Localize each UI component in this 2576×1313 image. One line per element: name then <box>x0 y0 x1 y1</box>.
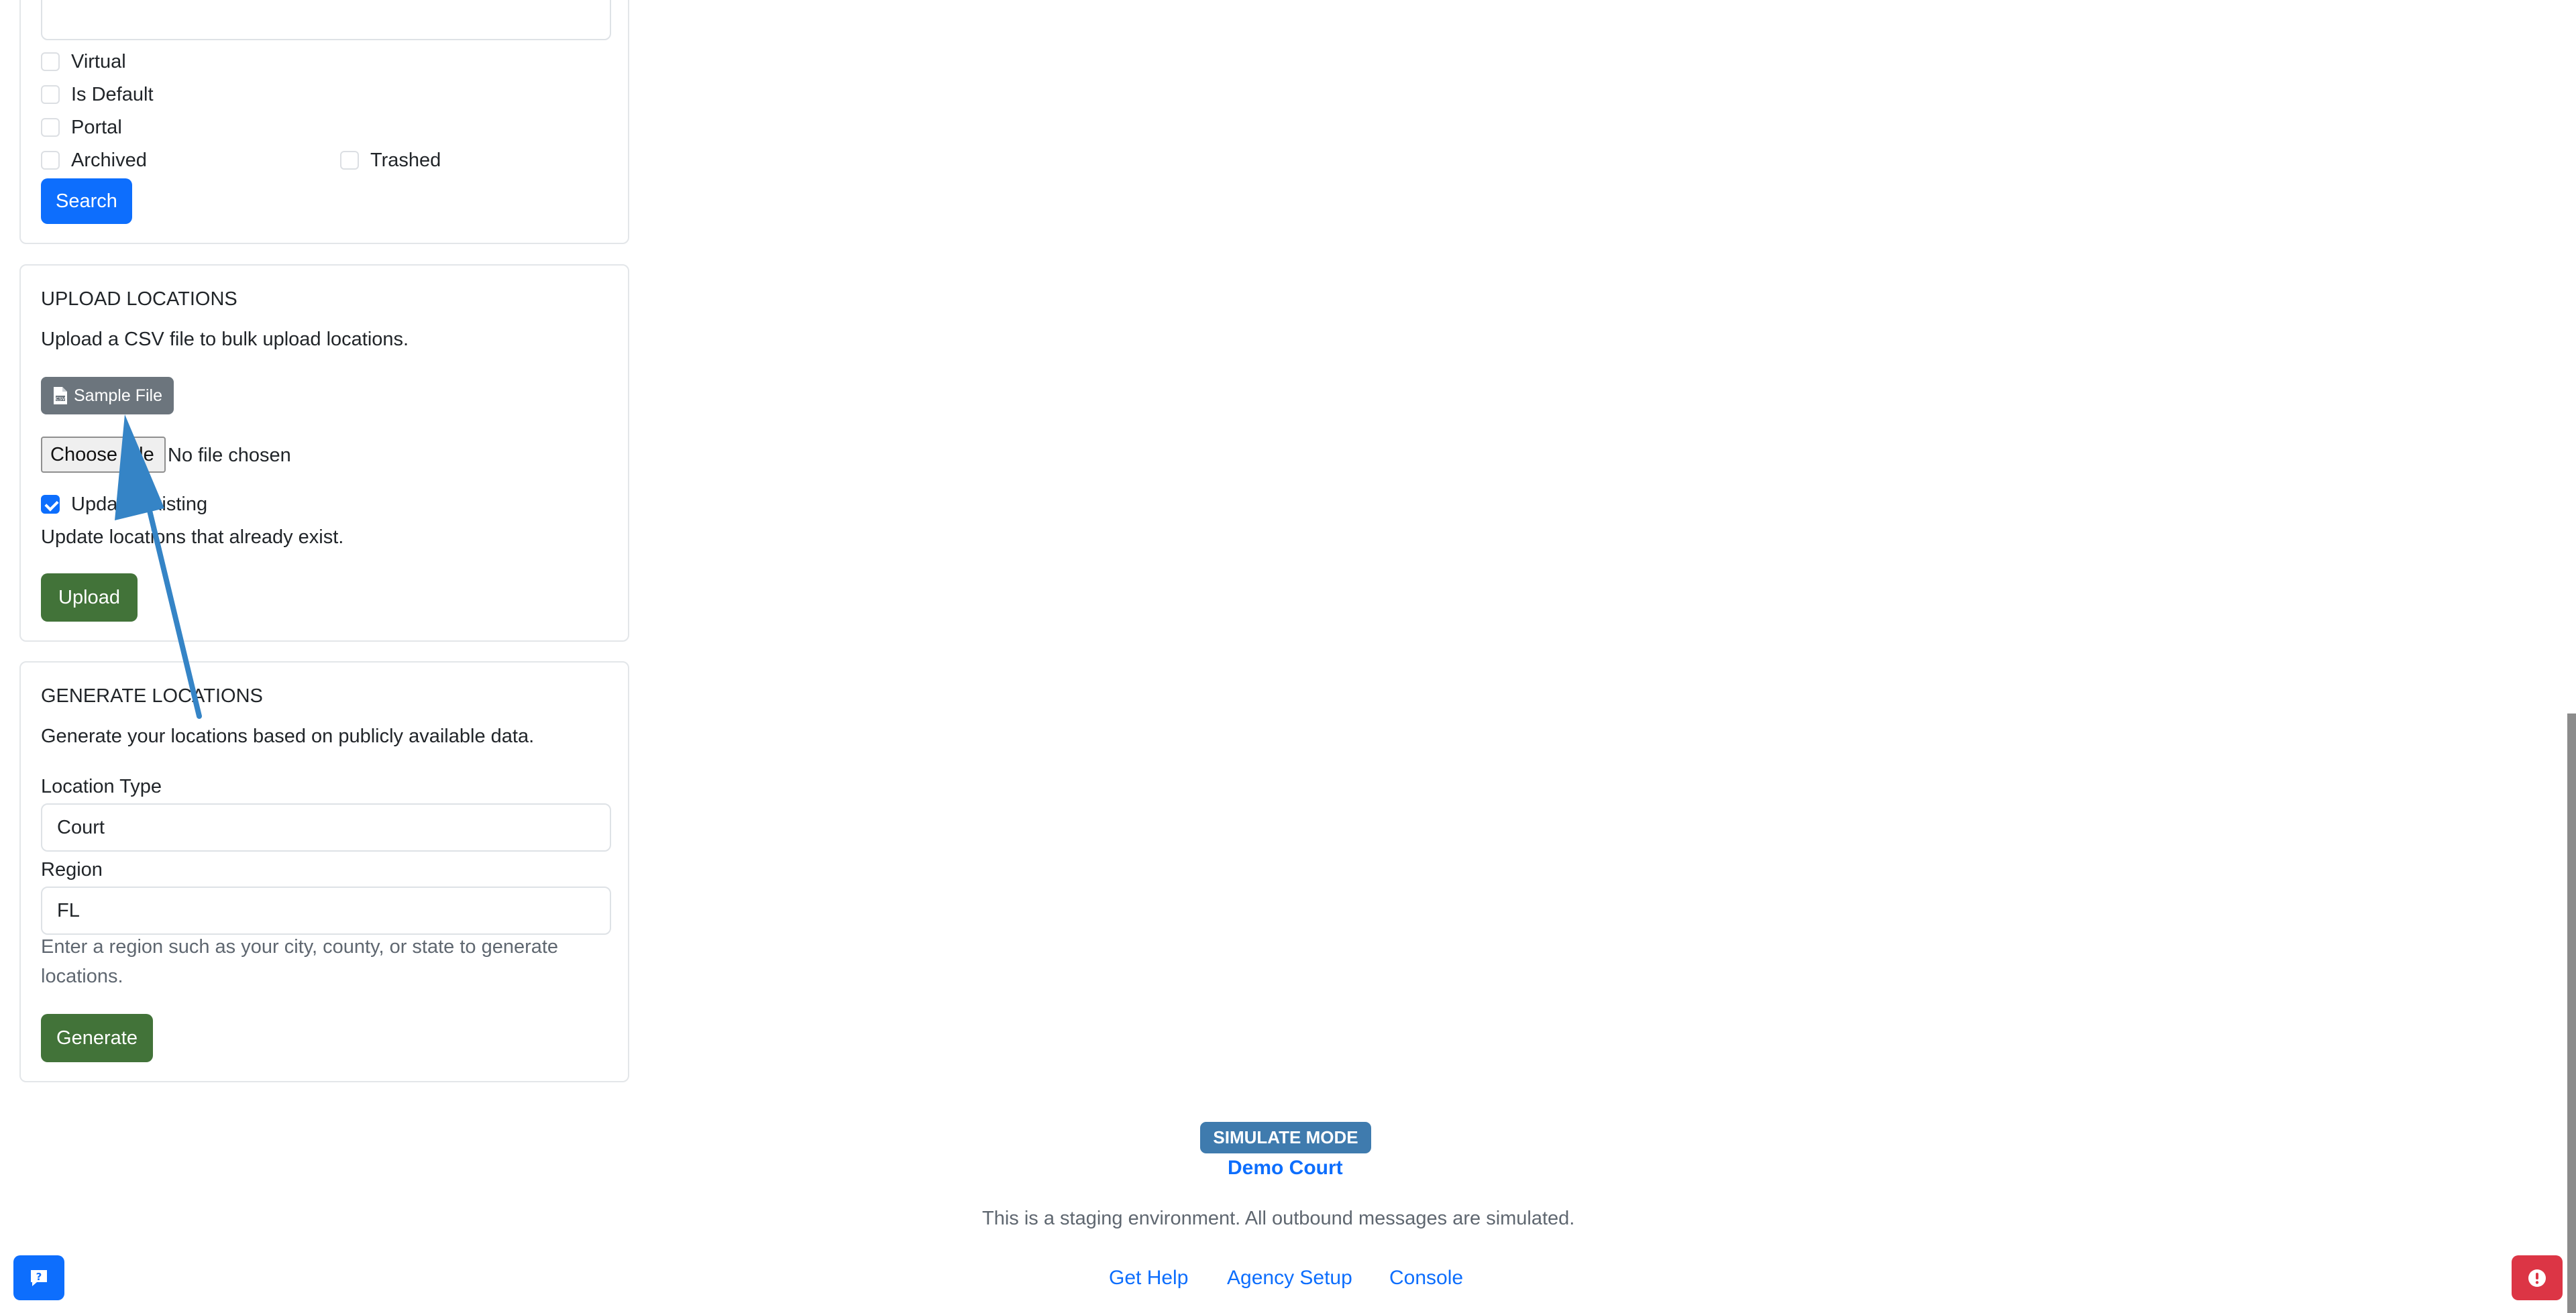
location-type-select[interactable] <box>41 803 611 852</box>
page-scrollbar[interactable] <box>2567 713 2576 1313</box>
region-input[interactable] <box>41 887 611 935</box>
trashed-label: Trashed <box>370 150 441 171</box>
get-help-link[interactable]: Get Help <box>1109 1266 1188 1290</box>
exclamation-circle-icon <box>2528 1269 2546 1287</box>
region-label: Region <box>41 859 103 880</box>
region-help-line1: Enter a region such as your city, county… <box>41 936 559 958</box>
region-help-line2: locations. <box>41 966 123 987</box>
location-type-label: Location Type <box>41 776 162 797</box>
question-chat-icon: ? <box>31 1269 47 1286</box>
trashed-checkbox[interactable] <box>340 151 359 170</box>
annotation-arrow <box>115 414 202 719</box>
error-widget-button[interactable] <box>2512 1255 2563 1300</box>
agency-name-link[interactable]: Demo Court <box>1228 1156 1343 1180</box>
agency-setup-link[interactable]: Agency Setup <box>1227 1266 1352 1290</box>
help-widget-button[interactable]: ? <box>13 1255 64 1300</box>
console-link[interactable]: Console <box>1389 1266 1463 1290</box>
generate-button[interactable]: Generate <box>41 1014 153 1062</box>
simulate-mode-badge: SIMULATE MODE <box>1200 1122 1371 1153</box>
svg-text:?: ? <box>36 1271 42 1283</box>
staging-notice: This is a staging environment. All outbo… <box>982 1208 1575 1229</box>
